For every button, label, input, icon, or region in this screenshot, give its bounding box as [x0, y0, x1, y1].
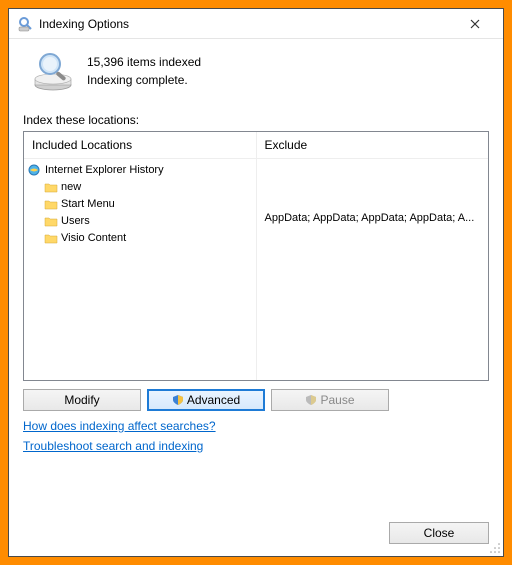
close-dialog-button[interactable]: Close	[389, 522, 489, 544]
folder-icon	[44, 181, 58, 193]
folder-icon	[44, 198, 58, 210]
list-item[interactable]: Internet Explorer History	[28, 161, 252, 178]
exclude-item[interactable]	[261, 195, 485, 212]
included-column: Included Locations Internet Explorer His…	[24, 132, 257, 380]
exclude-list: AppData; AppData; AppData; AppData; A...	[257, 159, 489, 248]
troubleshoot-link[interactable]: Troubleshoot search and indexing	[23, 439, 489, 453]
shield-icon	[172, 394, 184, 406]
locations-box: Included Locations Internet Explorer His…	[23, 131, 489, 381]
exclude-item[interactable]	[261, 178, 485, 195]
indexing-options-dialog: Indexing Options 15,396 items indexed In…	[8, 8, 504, 557]
exclude-item[interactable]: AppData; AppData; AppData; AppData; A...	[261, 212, 485, 229]
exclude-header[interactable]: Exclude	[257, 132, 489, 159]
folder-icon	[44, 215, 58, 227]
list-item[interactable]: new	[28, 178, 252, 195]
button-label: Modify	[64, 393, 99, 407]
index-app-icon	[17, 16, 33, 32]
dialog-title: Indexing Options	[39, 17, 455, 31]
list-item-label: Users	[61, 215, 90, 227]
exclude-item[interactable]	[261, 161, 485, 178]
items-indexed-count: 15,396 items indexed	[87, 53, 201, 71]
list-item[interactable]: Users	[28, 212, 252, 229]
list-item[interactable]: Visio Content	[28, 229, 252, 246]
list-item[interactable]: Start Menu	[28, 195, 252, 212]
titlebar: Indexing Options	[9, 9, 503, 39]
links-section: How does indexing affect searches? Troub…	[23, 419, 489, 459]
included-header[interactable]: Included Locations	[24, 132, 256, 159]
shield-icon	[305, 394, 317, 406]
advanced-button[interactable]: Advanced	[147, 389, 265, 411]
how-does-indexing-link[interactable]: How does indexing affect searches?	[23, 419, 489, 433]
button-label: Close	[424, 526, 455, 540]
pause-button[interactable]: Pause	[271, 389, 389, 411]
button-label: Pause	[320, 393, 354, 407]
ie-icon	[28, 164, 42, 176]
dialog-footer: Close	[9, 514, 503, 556]
modify-button[interactable]: Modify	[23, 389, 141, 411]
exclude-column: Exclude AppData; AppData; AppData; AppDa…	[257, 132, 489, 380]
resize-grip[interactable]	[489, 542, 501, 554]
exclude-item[interactable]	[261, 229, 485, 246]
buttons-row: Modify Advanced Pause	[23, 389, 489, 411]
status-text: 15,396 items indexed Indexing complete.	[83, 53, 201, 89]
list-item-label: Start Menu	[61, 198, 115, 210]
list-item-label: Visio Content	[61, 232, 126, 244]
section-label: Index these locations:	[23, 113, 489, 127]
dialog-content: 15,396 items indexed Indexing complete. …	[9, 39, 503, 514]
close-button[interactable]	[455, 10, 495, 38]
button-label: Advanced	[187, 393, 240, 407]
list-item-label: Internet Explorer History	[45, 164, 164, 176]
list-item-label: new	[61, 181, 81, 193]
folder-icon	[44, 232, 58, 244]
included-tree: Internet Explorer History new Start Menu	[24, 159, 256, 248]
indexing-state: Indexing complete.	[87, 71, 201, 89]
magnifier-drive-icon	[23, 49, 83, 93]
status-row: 15,396 items indexed Indexing complete.	[23, 49, 489, 93]
